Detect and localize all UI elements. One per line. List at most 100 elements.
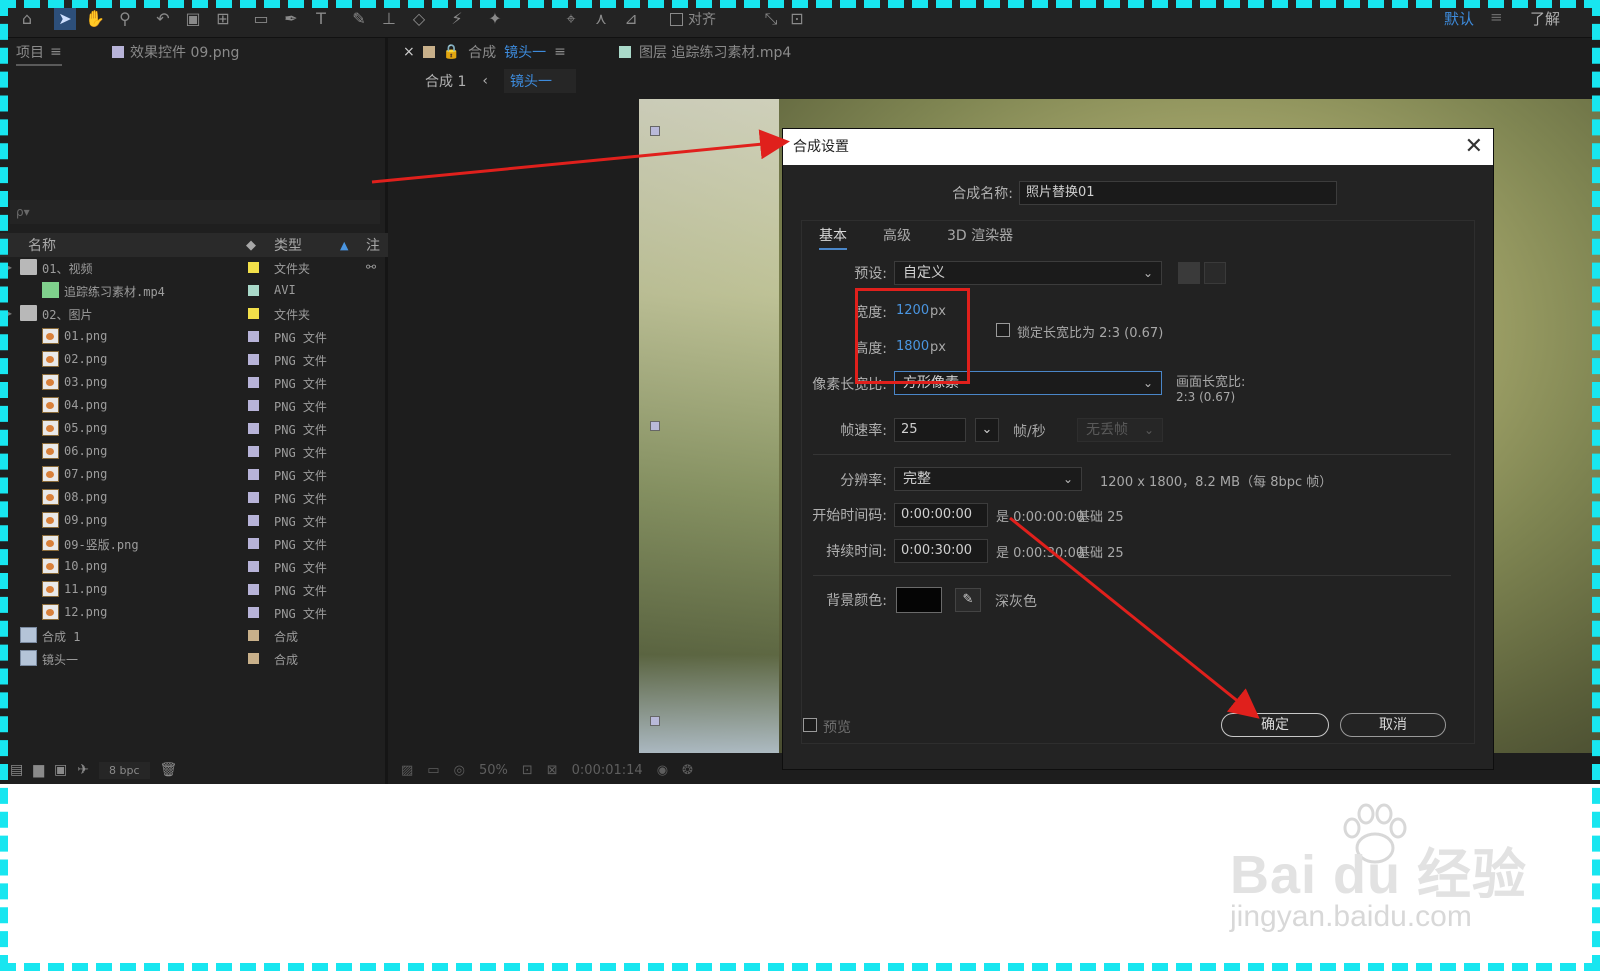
ok-button[interactable]: 确定 (1221, 713, 1329, 737)
hand-tool-icon[interactable]: ✋ (84, 8, 106, 30)
brush-tool-icon[interactable]: ✎ (348, 8, 370, 30)
lock-icon[interactable]: 🔒 (443, 44, 460, 60)
eyedropper-icon[interactable]: ✎ (955, 588, 981, 612)
item-label-color[interactable] (248, 584, 259, 595)
project-item-row[interactable]: 03.png PNG 文件 (0, 372, 388, 395)
project-item-row[interactable]: 12.png PNG 文件 (0, 602, 388, 625)
layer-handle[interactable] (650, 126, 660, 136)
item-label-color[interactable] (248, 630, 259, 641)
project-item-row[interactable]: 11.png PNG 文件 (0, 579, 388, 602)
rectangle-tool-icon[interactable]: ▭ (250, 8, 272, 30)
item-label-color[interactable] (248, 653, 259, 664)
delete-icon[interactable]: 🗑 (160, 762, 178, 778)
workspace-default[interactable]: 默认 (1444, 8, 1474, 29)
new-composition-icon[interactable]: ▣ (54, 762, 67, 778)
project-item-row[interactable]: 05.png PNG 文件 (0, 418, 388, 441)
project-item-row[interactable]: 04.png PNG 文件 (0, 395, 388, 418)
background-color-swatch[interactable] (896, 587, 942, 613)
disclosure-triangle-icon[interactable]: ▸ (6, 260, 13, 274)
item-label-color[interactable] (248, 515, 259, 526)
item-label-color[interactable] (248, 538, 259, 549)
home-icon[interactable]: ⌂ (16, 8, 38, 30)
project-item-row[interactable]: 10.png PNG 文件 (0, 556, 388, 579)
project-item-row[interactable]: 09-竖版.png PNG 文件 (0, 533, 388, 556)
item-label-color[interactable] (248, 400, 259, 411)
roto-brush-tool-icon[interactable]: ⚡ (446, 8, 468, 30)
dependencies-icon[interactable]: ✈ (77, 762, 89, 778)
project-item-row[interactable]: 09.png PNG 文件 (0, 510, 388, 533)
tab-3d-renderer[interactable]: 3D 渲染器 (947, 225, 1013, 250)
duration-input[interactable]: 0:00:30:00 (894, 539, 988, 563)
tab-basic[interactable]: 基本 (819, 225, 847, 250)
item-label-color[interactable] (248, 607, 259, 618)
region-of-interest-icon[interactable]: ⊡ (522, 763, 533, 778)
cancel-button[interactable]: 取消 (1340, 713, 1446, 737)
item-label-color[interactable] (248, 262, 259, 273)
panel-menu-icon[interactable]: ≡ (50, 44, 62, 60)
snap-options-icon[interactable]: ⤡ (760, 8, 782, 30)
panel-menu-icon[interactable]: ≡ (554, 44, 566, 60)
snap-checkbox[interactable] (670, 12, 683, 26)
tab-advanced[interactable]: 高级 (883, 225, 911, 250)
interpret-footage-icon[interactable]: ▤ (10, 762, 23, 778)
start-timecode-input[interactable]: 0:00:00:00 (894, 503, 988, 527)
axis-view-icon[interactable]: ⊿ (620, 8, 642, 30)
puppet-tool-icon[interactable]: ✦ (484, 8, 506, 30)
label-column-tag-icon[interactable]: ◆ (246, 238, 256, 253)
always-preview-icon[interactable]: ▨ (401, 763, 413, 778)
preset-select[interactable]: 自定义 ⌄ (894, 261, 1162, 285)
frame-rate-dropdown-icon[interactable]: ⌄ (975, 418, 999, 442)
item-label-color[interactable] (248, 354, 259, 365)
item-label-color[interactable] (248, 561, 259, 572)
snap-grid-icon[interactable]: ⊡ (786, 8, 808, 30)
project-item-row[interactable]: 01.png PNG 文件 (0, 326, 388, 349)
comp-name-input[interactable]: 照片替换01 (1019, 181, 1337, 205)
preview-checkbox[interactable] (803, 718, 817, 732)
project-item-row[interactable]: 镜头一 合成 (0, 648, 388, 671)
axis-world-icon[interactable]: ⋏ (590, 8, 612, 30)
layer-handle[interactable] (650, 716, 660, 726)
snap-toggle[interactable]: 对齐 (670, 9, 716, 29)
project-item-row[interactable]: ▸ 01、视频 文件夹 ⚯ (0, 257, 388, 280)
workspace-menu-icon[interactable]: ≡ (1490, 8, 1503, 26)
eraser-tool-icon[interactable]: ◇ (408, 8, 430, 30)
close-tab-icon[interactable]: × (403, 44, 415, 60)
item-label-color[interactable] (248, 446, 259, 457)
selection-tool-icon[interactable]: ➤ (54, 8, 76, 30)
sort-ascending-icon[interactable]: ▲ (340, 239, 348, 252)
breadcrumb-current[interactable]: 镜头一 (503, 69, 576, 93)
item-label-color[interactable] (248, 285, 259, 296)
breadcrumb-comp-1[interactable]: 合成 1 (425, 71, 466, 91)
tab-effect-controls[interactable]: 效果控件 09.png (112, 42, 239, 62)
item-label-color[interactable] (248, 308, 259, 319)
tab-project[interactable]: 项目 ≡ (16, 42, 62, 66)
magnification-select[interactable]: 50% (479, 763, 508, 778)
workspace-learn[interactable]: 了解 (1530, 8, 1560, 29)
current-time[interactable]: 0:00:01:14 (572, 763, 643, 778)
monitor-icon[interactable]: ▭ (427, 763, 439, 778)
transparency-grid-icon[interactable]: ⊠ (547, 763, 558, 778)
column-name-header[interactable]: 名称 (28, 235, 56, 255)
project-item-row[interactable]: 08.png PNG 文件 (0, 487, 388, 510)
snapshot-icon[interactable]: ◉ (657, 763, 668, 778)
column-note-header[interactable]: 注 (366, 235, 380, 255)
pen-tool-icon[interactable]: ✒ (280, 8, 302, 30)
tab-composition[interactable]: × 🔒 合成 镜头一 ≡ (403, 42, 566, 62)
item-label-color[interactable] (248, 331, 259, 342)
project-item-row[interactable]: 07.png PNG 文件 (0, 464, 388, 487)
layer-handle[interactable] (650, 421, 660, 431)
camera-tool-icon[interactable]: ▣ (182, 8, 204, 30)
save-preset-icon[interactable] (1178, 262, 1200, 284)
disclosure-triangle-icon[interactable]: ▸ (6, 306, 13, 320)
item-label-color[interactable] (248, 469, 259, 480)
new-folder-icon[interactable]: ▆ (33, 762, 44, 778)
zoom-tool-icon[interactable]: ⚲ (114, 8, 136, 30)
lock-aspect-checkbox[interactable] (996, 323, 1010, 337)
clone-stamp-tool-icon[interactable]: ⊥ (378, 8, 400, 30)
resolution-select[interactable]: 完整 ⌄ (894, 467, 1082, 491)
project-search-input[interactable]: ρ▾ (10, 200, 380, 224)
close-icon[interactable]: ✕ (1465, 129, 1483, 165)
frame-rate-input[interactable]: 25 (894, 418, 966, 442)
mask-visibility-icon[interactable]: ◎ (454, 763, 465, 778)
rotate-tool-icon[interactable]: ↶ (152, 8, 174, 30)
